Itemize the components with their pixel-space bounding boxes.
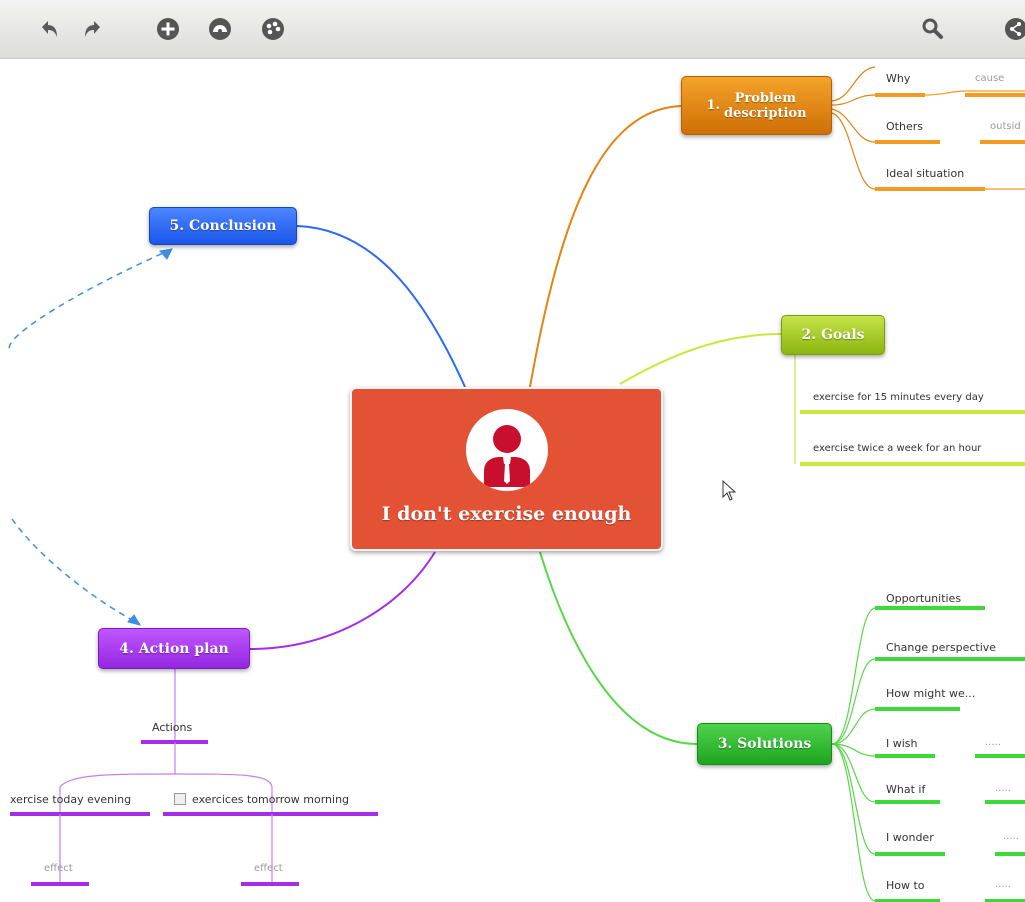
branch-label: 5. Conclusion [169, 218, 277, 234]
leaf-note[interactable]: ..... [1003, 831, 1019, 842]
leaf-i-wonder[interactable]: I wonder [886, 831, 934, 844]
leaf-effect[interactable]: effect [254, 863, 283, 874]
share-icon[interactable] [1003, 16, 1025, 42]
leaf-note[interactable]: ..... [985, 737, 1001, 748]
leaf-change-perspective[interactable]: Change perspective [886, 641, 996, 654]
branch-solutions[interactable]: 3. Solutions [697, 723, 832, 765]
leaf-why[interactable]: Why [886, 72, 910, 85]
leaf-note-cause[interactable]: cause [975, 73, 1004, 84]
leaf-others[interactable]: Others [886, 120, 923, 133]
mindmap-canvas[interactable]: I don't exercise enough 1. Problem descr… [0, 59, 1025, 902]
leaf-ideal-situation[interactable]: Ideal situation [886, 167, 964, 180]
mouse-pointer-icon [722, 479, 738, 507]
central-topic-title: I don't exercise enough [381, 503, 632, 525]
toolbar [0, 0, 1025, 59]
branch-label: 3. Solutions [717, 736, 812, 752]
leaf-goal-2[interactable]: exercise twice a week for an hour [813, 443, 981, 454]
leaf-note[interactable]: ..... [995, 783, 1011, 794]
redo-icon[interactable] [80, 16, 106, 42]
leaf-how-to[interactable]: How to [886, 879, 925, 892]
palette-icon[interactable] [207, 16, 233, 42]
branch-goals[interactable]: 2. Goals [781, 315, 885, 355]
leaf-action-today[interactable]: xercise today evening [10, 793, 131, 806]
leaf-actions[interactable]: Actions [152, 721, 192, 734]
leaf-note-outside[interactable]: outsid [990, 121, 1021, 132]
branch-problem-description[interactable]: 1. Problem description [681, 76, 832, 135]
theme-icon[interactable] [260, 16, 286, 42]
add-node-icon[interactable] [155, 16, 181, 42]
undo-icon[interactable] [36, 16, 62, 42]
leaf-effect[interactable]: effect [44, 863, 73, 874]
branch-conclusion[interactable]: 5. Conclusion [149, 207, 297, 245]
leaf-how-might-we[interactable]: How might we... [886, 687, 975, 700]
branch-action-plan[interactable]: 4. Action plan [98, 628, 250, 669]
central-topic-node[interactable]: I don't exercise enough [350, 387, 663, 551]
branch-number: 1. [706, 98, 721, 113]
user-avatar-icon [465, 409, 548, 491]
leaf-note[interactable]: ..... [995, 879, 1011, 890]
leaf-goal-1[interactable]: exercise for 15 minutes every day [813, 392, 984, 403]
leaf-opportunities[interactable]: Opportunities [886, 592, 961, 605]
branch-label: Problem description [724, 90, 807, 121]
branch-label: 2. Goals [801, 327, 865, 343]
leaf-what-if[interactable]: What if [886, 783, 925, 796]
branch-label: 4. Action plan [119, 640, 229, 657]
task-checkbox[interactable] [174, 793, 186, 805]
search-icon[interactable] [920, 16, 946, 42]
leaf-action-tomorrow[interactable]: exercices tomorrow morning [192, 793, 349, 806]
leaf-i-wish[interactable]: I wish [886, 737, 918, 750]
